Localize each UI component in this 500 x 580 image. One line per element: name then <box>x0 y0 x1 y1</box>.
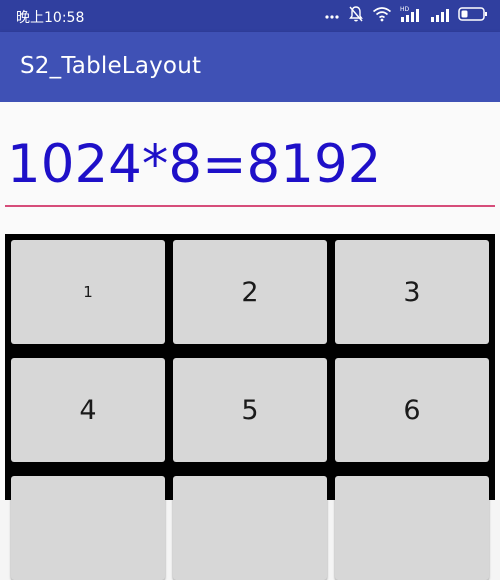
key-5-button[interactable]: 5 <box>173 358 327 462</box>
key-2-button[interactable]: 2 <box>173 240 327 344</box>
app-title: S2_TableLayout <box>20 53 202 79</box>
key-6-button[interactable]: 6 <box>335 358 489 462</box>
status-time: 晚上10:58 <box>16 10 85 26</box>
display-underline <box>5 205 495 207</box>
keypad: 1 2 3 4 5 6 <box>5 234 495 580</box>
key-3-button[interactable]: 3 <box>335 240 489 344</box>
key-row3-col3-button[interactable] <box>335 476 489 580</box>
status-icons: HD <box>324 5 488 23</box>
wifi-icon <box>372 6 392 22</box>
content-area: 1024*8=8192 1 2 3 4 5 6 <box>0 102 500 580</box>
key-4-button[interactable]: 4 <box>11 358 165 462</box>
hd-label: HD <box>400 6 410 13</box>
key-1-button[interactable]: 1 <box>11 240 165 344</box>
status-bar: 晚上10:58 HD <box>0 0 500 32</box>
battery-icon <box>458 6 488 22</box>
signal-icon <box>430 5 450 23</box>
app-bar: S2_TableLayout <box>0 32 500 102</box>
mute-bell-icon <box>348 5 364 23</box>
calculation-display-field[interactable]: 1024*8=8192 <box>5 132 495 210</box>
more-dots-icon <box>324 6 340 22</box>
calculation-text: 1024*8=8192 <box>7 134 382 195</box>
hd-signal-icon: HD <box>400 5 422 23</box>
key-row3-col2-button[interactable] <box>173 476 327 580</box>
key-row3-col1-button[interactable] <box>11 476 165 580</box>
